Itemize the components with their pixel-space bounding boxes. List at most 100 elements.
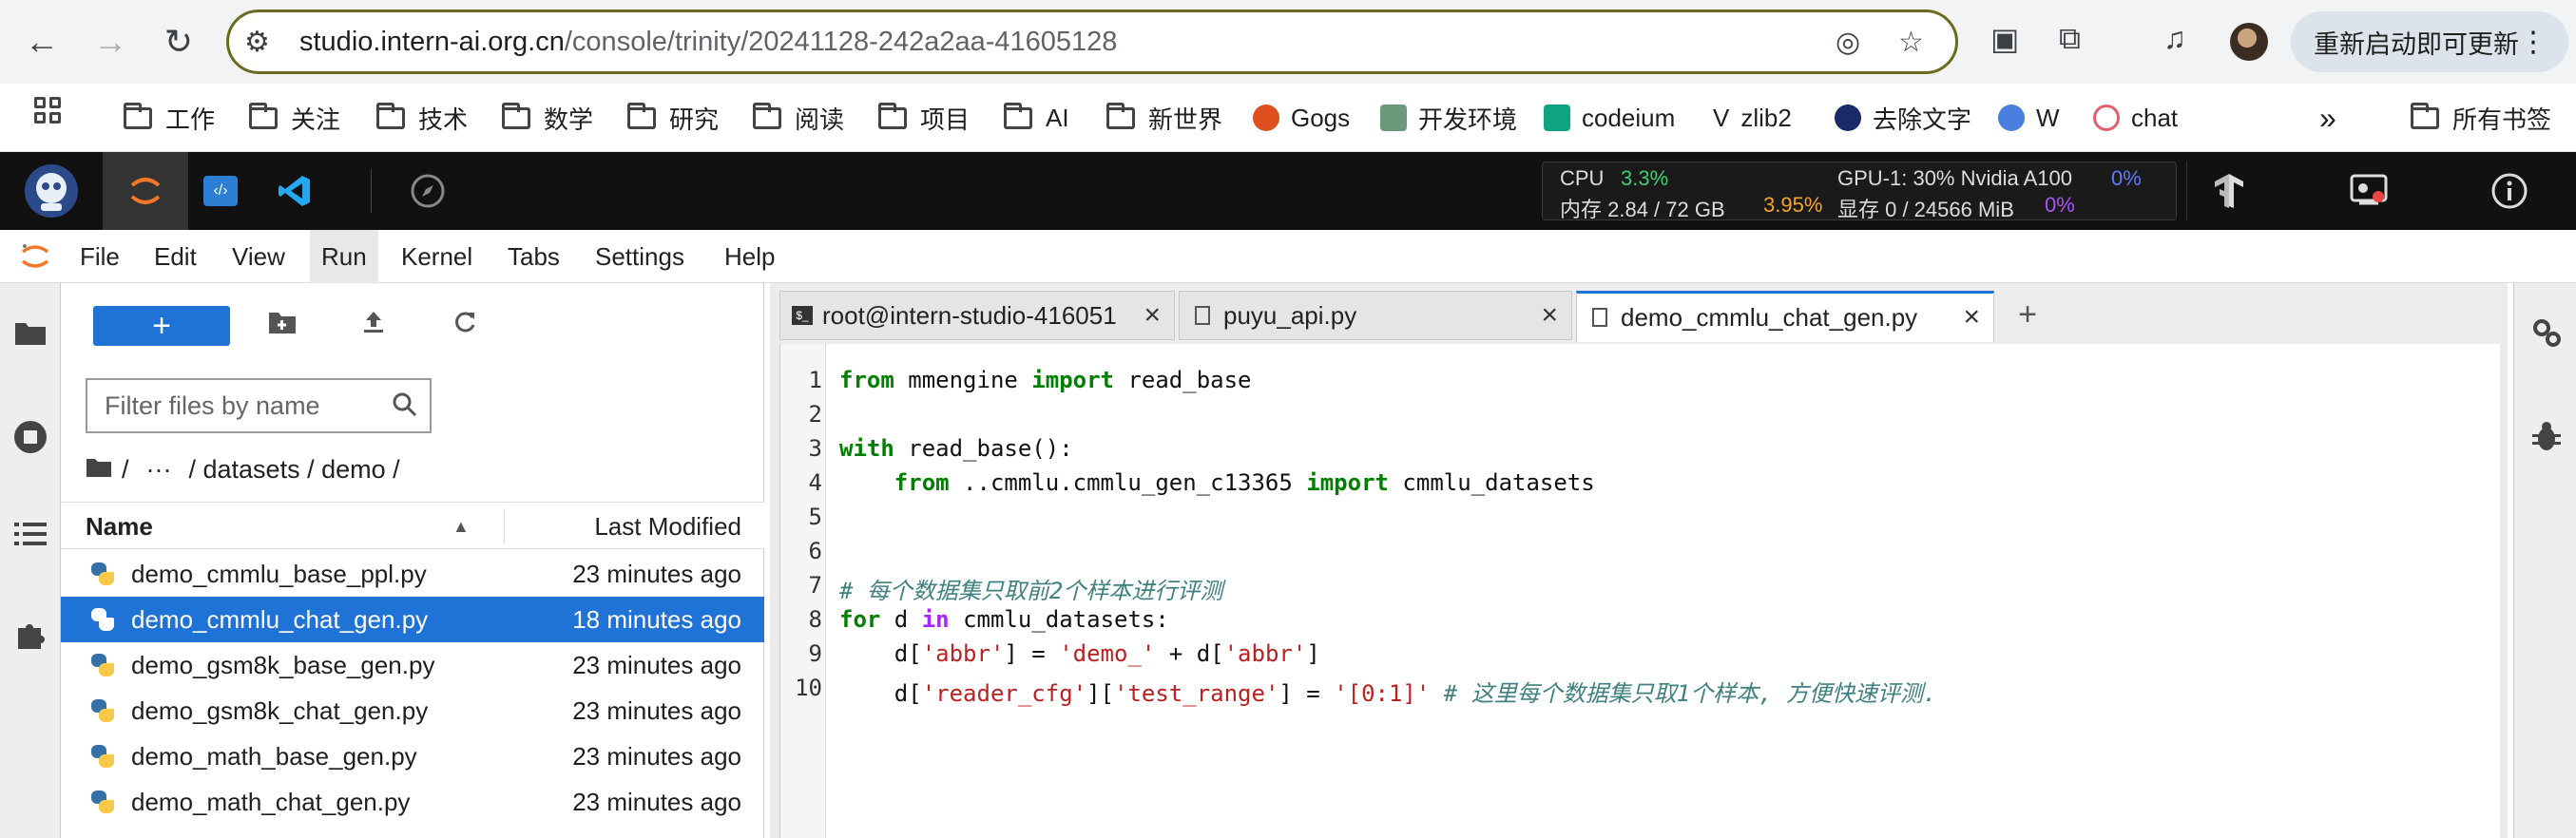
update-label: 重新启动即可更新: [2314, 29, 2519, 59]
breadcrumb-path[interactable]: / datasets / demo /: [189, 455, 400, 485]
extensions-icon[interactable]: ⧉: [2059, 21, 2081, 57]
update-button[interactable]: 重新启动即可更新 ⋮: [2291, 11, 2568, 72]
bookmark-devenv[interactable]: 开发环境: [1380, 97, 1517, 139]
vscode-icon[interactable]: [262, 152, 327, 230]
menu-settings[interactable]: Settings: [584, 230, 696, 283]
code-server-icon[interactable]: ‹/›: [188, 152, 253, 230]
back-icon[interactable]: ←: [13, 13, 70, 70]
column-name[interactable]: Name: [86, 503, 153, 550]
menu-view[interactable]: View: [221, 230, 297, 283]
apps-grid-icon[interactable]: [34, 97, 63, 125]
code-editor[interactable]: 1 2 3 4 5 6 7 8 9 10 from mmengine impor…: [779, 344, 2500, 838]
bookmark-folder[interactable]: 技术: [376, 97, 468, 139]
close-icon[interactable]: ×: [1963, 301, 1980, 333]
media-icon[interactable]: ♫: [2163, 21, 2186, 56]
bookmark-folder[interactable]: 阅读: [753, 97, 844, 139]
file-row-selected[interactable]: demo_cmmlu_chat_gen.py 18 minutes ago: [61, 597, 764, 642]
bookmark-folder[interactable]: AI: [1004, 97, 1069, 139]
reader-icon[interactable]: ▣: [1990, 21, 2019, 57]
bookmark-remove-text[interactable]: 去除文字: [1835, 97, 1971, 139]
code-line: for d in cmmlu_datasets:: [839, 606, 1169, 633]
menu-help[interactable]: Help: [713, 230, 786, 283]
site-settings-icon[interactable]: ⚙: [244, 26, 270, 59]
menu-file[interactable]: File: [68, 230, 131, 283]
close-icon[interactable]: ×: [1144, 299, 1161, 332]
breadcrumb-home-icon[interactable]: [86, 455, 112, 485]
file-row[interactable]: demo_cmmlu_base_ppl.py 23 minutes ago: [61, 551, 764, 597]
left-sidebar: [0, 283, 61, 838]
bookmarks-overflow-icon[interactable]: »: [2319, 97, 2336, 139]
bookmark-star-icon[interactable]: ☆: [1898, 26, 1924, 59]
file-row[interactable]: demo_math_base_gen.py 23 minutes ago: [61, 733, 764, 779]
new-launcher-button[interactable]: +: [93, 306, 230, 346]
reload-icon[interactable]: ↻: [150, 13, 207, 70]
add-tab-icon[interactable]: +: [2004, 291, 2051, 338]
debugger-bug-icon[interactable]: [2526, 416, 2567, 458]
studio-topbar: ‹/›: [0, 152, 2576, 230]
bookmark-folder[interactable]: 数学: [502, 97, 593, 139]
eye-off-icon[interactable]: ◎: [1836, 26, 1860, 59]
bookmarks-bar: 工作 关注 技术 数学 研究 阅读 项目 AI 新世界 Gogs 开发环境 co…: [0, 84, 2576, 152]
editor-tabbar: $_ root@intern-studio-416051 × puyu_api.…: [779, 291, 2500, 342]
forward-icon[interactable]: →: [82, 13, 139, 70]
menu-kernel[interactable]: Kernel: [390, 230, 484, 283]
monitor-dashboard-icon[interactable]: [2331, 152, 2407, 230]
tab-terminal[interactable]: $_ root@intern-studio-416051 ×: [779, 291, 1175, 340]
bookmark-folder[interactable]: 研究: [627, 97, 719, 139]
line-number: 2: [808, 401, 822, 428]
python-file-icon: [91, 608, 114, 631]
breadcrumb-root[interactable]: /: [122, 455, 129, 485]
tab-puyu-api[interactable]: puyu_api.py ×: [1179, 291, 1572, 340]
folder-icon[interactable]: [10, 312, 51, 353]
code-line: with read_base():: [839, 435, 1073, 462]
profile-avatar[interactable]: [2230, 23, 2268, 61]
studio-logo[interactable]: [0, 152, 103, 230]
bookmark-folder[interactable]: 项目: [878, 97, 970, 139]
file-name: demo_cmmlu_chat_gen.py: [131, 604, 429, 634]
breadcrumb-more[interactable]: ···: [146, 455, 172, 485]
running-icon[interactable]: [10, 416, 51, 458]
jupyter-app-icon[interactable]: [103, 152, 188, 230]
file-row[interactable]: demo_gsm8k_base_gen.py 23 minutes ago: [61, 642, 764, 688]
file-modified: 23 minutes ago: [572, 695, 741, 725]
bookmark-folder[interactable]: 工作: [124, 97, 215, 139]
tab-demo-cmmlu-chat-gen[interactable]: demo_cmmlu_chat_gen.py ×: [1576, 291, 1994, 342]
jupyter-menubar: File Edit View Run Kernel Tabs Settings …: [0, 230, 2576, 283]
bookmark-codeium[interactable]: codeium: [1544, 97, 1675, 139]
compass-icon[interactable]: [397, 152, 458, 230]
jupyter-logo-icon: [8, 230, 63, 283]
bookmark-chat[interactable]: chat: [2093, 97, 2178, 139]
line-number: 3: [808, 435, 822, 462]
address-bar[interactable]: ⚙ studio.intern-ai.org.cn/console/trinit…: [226, 10, 1958, 74]
file-row[interactable]: demo_gsm8k_chat_gen.py 23 minutes ago: [61, 688, 764, 733]
file-name: demo_math_base_gen.py: [131, 741, 417, 771]
code-line: d['abbr'] = 'demo_' + d['abbr']: [894, 640, 1320, 667]
file-modified: 23 minutes ago: [572, 559, 741, 588]
bookmark-folder[interactable]: 关注: [249, 97, 340, 139]
filter-files-input[interactable]: Filter files by name: [86, 378, 432, 433]
zlib-icon: V: [1713, 103, 1730, 132]
more-icon[interactable]: ⋮: [2519, 26, 2547, 59]
menu-tabs[interactable]: Tabs: [496, 230, 571, 283]
w-icon: [1998, 105, 2025, 131]
new-folder-icon[interactable]: [268, 310, 297, 341]
property-inspector-icon[interactable]: [2526, 312, 2567, 353]
column-last-modified[interactable]: Last Modified: [594, 503, 741, 550]
sort-ascending-icon[interactable]: ▲: [452, 503, 470, 550]
bookmark-zlib2[interactable]: Vzlib2: [1713, 97, 1792, 139]
menu-edit[interactable]: Edit: [143, 230, 208, 283]
menu-run[interactable]: Run: [310, 230, 378, 283]
bookmark-folder[interactable]: 新世界: [1106, 97, 1222, 139]
file-row[interactable]: demo_math_chat_gen.py 23 minutes ago: [61, 779, 764, 825]
close-icon[interactable]: ×: [1541, 299, 1558, 332]
line-number: 1: [808, 367, 822, 393]
toc-icon[interactable]: [10, 513, 51, 555]
extensions-puzzle-icon[interactable]: [10, 614, 51, 656]
tensorflow-icon[interactable]: [2196, 152, 2262, 230]
bookmark-gogs[interactable]: Gogs: [1253, 97, 1350, 139]
all-bookmarks[interactable]: 所有书签: [2411, 97, 2551, 139]
bookmark-w[interactable]: W: [1998, 97, 2060, 139]
info-icon[interactable]: [2471, 152, 2547, 230]
upload-icon[interactable]: [361, 310, 386, 341]
refresh-icon[interactable]: [452, 310, 477, 341]
